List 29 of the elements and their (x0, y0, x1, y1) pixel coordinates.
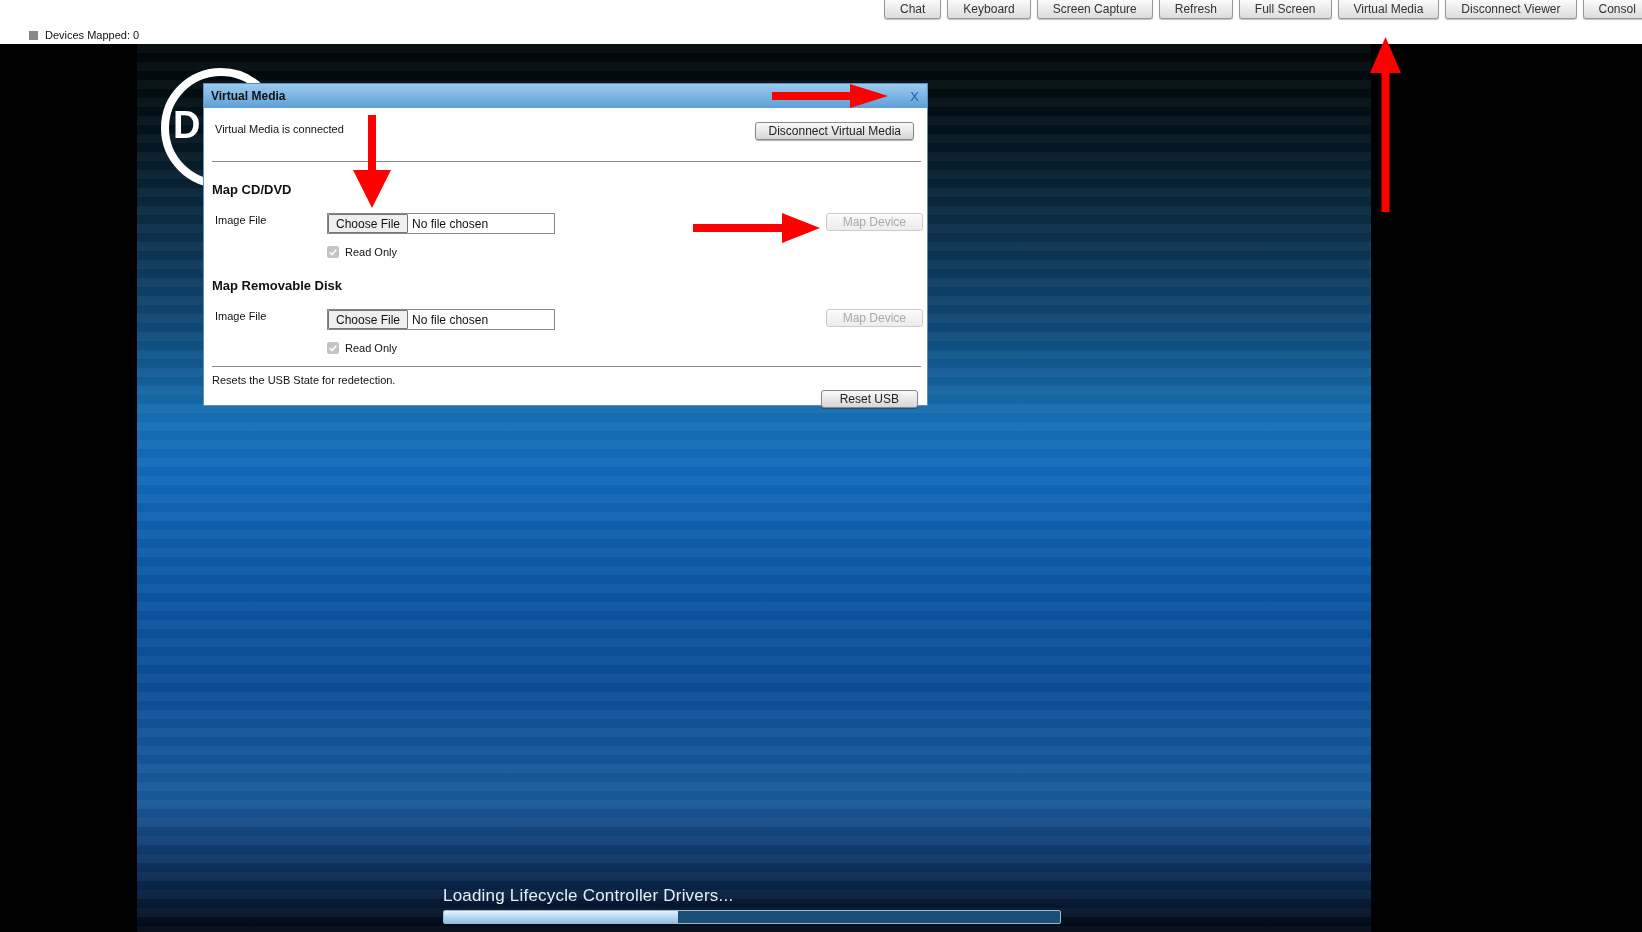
checkbox-label: Read Only (345, 342, 397, 354)
toolbar-button[interactable]: Refresh (1158, 0, 1233, 19)
toolbar-button[interactable]: Consol (1582, 0, 1642, 19)
disconnect-button[interactable]: Disconnect Virtual Media (755, 122, 914, 140)
field-label: Image File (214, 213, 268, 226)
checkbox-label: Read Only (345, 246, 397, 258)
toolbar-button[interactable]: Screen Capture (1036, 0, 1153, 19)
devices-mapped-label: Devices Mapped: 0 (45, 29, 140, 41)
file-input-field[interactable]: Choose File No file chosen (327, 309, 555, 330)
section-heading: Map Removable Disk (212, 278, 344, 293)
dialog-title: Virtual Media (211, 89, 286, 103)
section-heading: Map CD/DVD (212, 182, 293, 197)
toolbar-button[interactable]: Chat (884, 0, 942, 19)
reset-description: Resets the USB State for redetection. (212, 374, 397, 386)
status-square-icon (29, 30, 38, 40)
logo-letter: D (173, 106, 201, 144)
choose-file-button[interactable]: Choose File (328, 214, 409, 233)
file-status-text: No file chosen (411, 216, 489, 231)
choose-file-button[interactable]: Choose File (328, 310, 409, 329)
reset-usb-button[interactable]: Reset USB (820, 390, 918, 408)
toolbar-button[interactable]: Virtual Media (1337, 0, 1440, 19)
toolbar-button[interactable]: Disconnect Viewer (1445, 0, 1577, 19)
toolbar-button[interactable]: Full Screen (1238, 0, 1332, 19)
connection-status: Virtual Media is connected (215, 122, 344, 135)
field-label: Image File (214, 309, 268, 322)
file-status-text: No file chosen (411, 312, 489, 327)
file-input-field[interactable]: Choose File No file chosen (327, 213, 555, 234)
loading-message: Loading Lifecycle Controller Drivers... (443, 886, 735, 906)
toolbar-button[interactable]: Keyboard (947, 0, 1031, 19)
